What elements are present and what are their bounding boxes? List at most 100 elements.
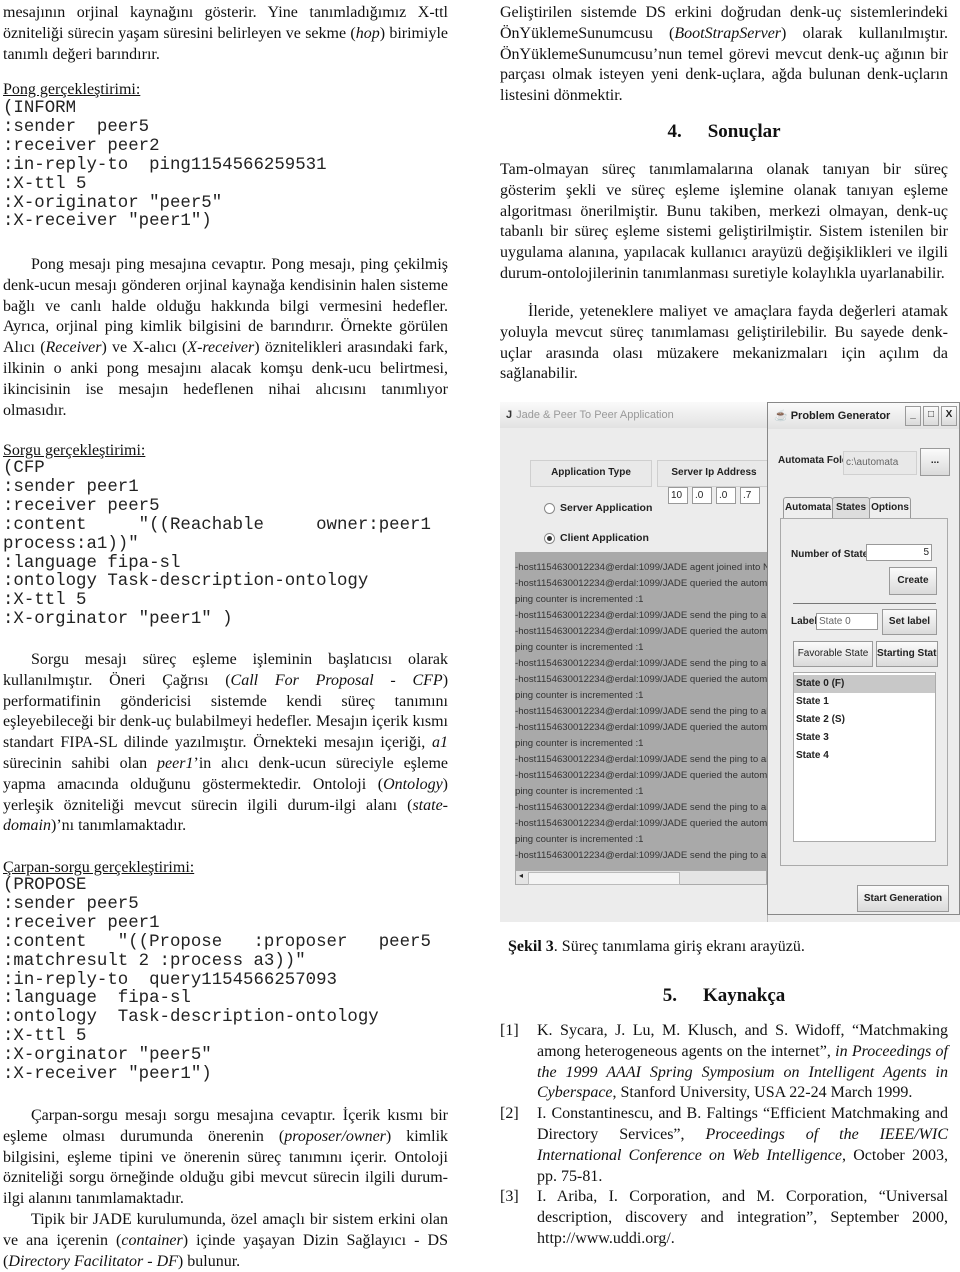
- code-line: (PROPOSE: [3, 876, 87, 895]
- code-line: :sender peer5: [3, 117, 150, 137]
- horizontal-scrollbar[interactable]: ◂: [515, 870, 767, 885]
- conclusion-paragraph-1: Tam-olmayan süreç tanımlamalarına olanak…: [500, 160, 948, 285]
- section-title: Kaynakça: [702, 985, 786, 1006]
- browse-button[interactable]: ...: [920, 448, 950, 476]
- log-line: ping counter is incremented :1: [515, 738, 644, 749]
- scrollbar-thumb[interactable]: [528, 872, 680, 885]
- close-icon[interactable]: X: [941, 406, 957, 426]
- code-line: :in-reply-to query1154566257093: [3, 970, 337, 990]
- italic-text: peer1: [157, 754, 194, 772]
- text-run: , Stanford University, USA 22-24 March 1…: [612, 1084, 913, 1102]
- state-list-item[interactable]: State 4: [794, 747, 935, 765]
- tab-states[interactable]: States: [832, 497, 870, 518]
- code-line: :X-originator "peer5": [3, 193, 223, 213]
- code-line: :X-ttl 5: [3, 591, 87, 611]
- log-line: ping counter is incremented :1: [515, 642, 644, 653]
- log-line: -host1154630012234@erdal:1099/JADE send …: [515, 802, 767, 813]
- code-line: :X-receiver "peer1"): [3, 212, 212, 232]
- log-line: -host1154630012234@erdal:1099/JADE send …: [515, 706, 767, 717]
- italic-text: proposer/owner: [284, 1127, 386, 1145]
- code-line: (INFORM: [3, 99, 77, 118]
- italic-text: Receiver: [45, 339, 102, 357]
- log-line: ping counter is incremented :1: [515, 690, 644, 701]
- query-heading: Sorgu gerçekleştirimi:: [3, 442, 146, 459]
- log-area[interactable]: -host1154630012234@erdal:1099/JADE agent…: [515, 552, 767, 870]
- jade-window: J Jade & Peer To Peer Application Applica…: [500, 402, 771, 922]
- code-line: :content "((Reachable owner:peer1: [3, 515, 431, 535]
- reference-number: [1]: [500, 1022, 519, 1039]
- maximize-icon[interactable]: □: [923, 406, 939, 426]
- states-panel: Number of States 5 Create Label State 0 …: [780, 518, 948, 866]
- log-line: -host1154630012234@erdal:1099/JADE send …: [515, 658, 767, 669]
- state-list-item[interactable]: State 1: [794, 693, 935, 711]
- client-application-radio[interactable]: Client Application: [544, 532, 649, 544]
- section-5-heading: 5. Kaynakça: [500, 985, 948, 1007]
- scroll-left-icon[interactable]: ◂: [519, 871, 523, 880]
- section-number: 5.: [662, 985, 677, 1006]
- text-run: Tam-olmayan süreç tanımlamalarına olanak…: [500, 161, 948, 282]
- code-line: :sender peer1: [3, 477, 139, 497]
- log-line: -host1154630012234@erdal:1099/JADE queri…: [515, 674, 767, 685]
- tab-automata[interactable]: Automata: [783, 497, 833, 518]
- log-line: -host1154630012234@erdal:1099/JADE queri…: [515, 626, 767, 637]
- radio-icon: [544, 502, 555, 514]
- create-button[interactable]: Create: [889, 567, 937, 595]
- log-line: -host1154630012234@erdal:1099/JADE send …: [515, 610, 767, 621]
- reference-list: [1] K. Sycara, J. Lu, M. Klusch, and S. W…: [500, 1021, 948, 1250]
- code-line: :X-receiver "peer1"): [3, 1065, 212, 1085]
- italic-text: hop: [355, 24, 380, 42]
- automata-folder-field[interactable]: c:\automata: [843, 451, 917, 475]
- java-cup-icon: ☕: [774, 410, 788, 422]
- code-line: (CFP: [3, 459, 45, 478]
- number-of-states-label: Number of States: [791, 549, 874, 560]
- ip-octet-4[interactable]: .7: [740, 487, 760, 504]
- figure-caption-text: . Süreç tanımlama giriş ekranı arayüzü.: [553, 938, 805, 955]
- code-line: :X-orginator "peer1" ): [3, 610, 233, 630]
- ip-octet-1[interactable]: 10: [668, 487, 688, 504]
- italic-text: X-receiver: [187, 339, 255, 357]
- state-list-item[interactable]: State 2 (S): [794, 711, 935, 729]
- favorable-state-button[interactable]: Favorable State: [793, 641, 873, 667]
- reference-text: I. Constantinescu, and B. Faltings “Effi…: [537, 1104, 948, 1187]
- label-field[interactable]: State 0: [816, 613, 878, 630]
- code-line: :receiver peer5: [3, 496, 160, 516]
- propose-code: (PROPOSE:sender peer5:receiver peer1:con…: [3, 876, 448, 1085]
- divider: [793, 603, 936, 604]
- code-line: :matchresult 2 :process a3))": [3, 951, 306, 971]
- log-line: ping counter is incremented :1: [515, 594, 644, 605]
- italic-text: container: [121, 1231, 183, 1249]
- server-ip-label: Server Ip Address: [657, 460, 771, 487]
- reference-item: [1] K. Sycara, J. Lu, M. Klusch, and S. W…: [500, 1021, 948, 1104]
- start-generation-button[interactable]: Start Generation: [857, 885, 949, 912]
- state-list-item[interactable]: State 3: [794, 729, 935, 747]
- reference-text: I. Ariba, I. Corporation, and M. Corpora…: [537, 1187, 948, 1249]
- starting-state-button[interactable]: Starting State: [876, 641, 938, 667]
- pong-code: (INFORM:sender peer5:receiver peer2:in-r…: [3, 99, 448, 232]
- state-list-item[interactable]: State 0 (F): [794, 675, 935, 693]
- code-line: :language fipa-sl: [3, 553, 181, 573]
- log-line: -host1154630012234@erdal:1099/JADE send …: [515, 754, 767, 765]
- ip-octet-2[interactable]: .0: [692, 487, 712, 504]
- jade-paragraph: Tipik bir JADE kurulumunda, özel amaçlı …: [3, 1210, 448, 1272]
- code-line: :ontology Task-description-ontology: [3, 572, 369, 592]
- states-list[interactable]: State 0 (F) State 1 State 2 (S) State 3 Stat…: [793, 672, 936, 842]
- propose-paragraph: Çarpan-sorgu mesajı sorgu mesajına cevap…: [3, 1106, 448, 1210]
- code-line: :receiver peer1: [3, 913, 160, 933]
- generator-title: Problem Generator: [790, 410, 891, 422]
- number-of-states-field[interactable]: 5: [866, 544, 932, 561]
- set-label-button[interactable]: Set label: [882, 609, 937, 635]
- section-title: Sonuçlar: [707, 121, 781, 142]
- ip-octet-3[interactable]: .0: [716, 487, 736, 504]
- tab-options[interactable]: Options: [869, 497, 911, 518]
- log-line: -host1154630012234@erdal:1099/JADE send …: [515, 850, 767, 861]
- application-type-label: Application Type: [530, 460, 652, 487]
- text-run: ) ve X-alıcı (: [101, 339, 188, 357]
- section-number: 4.: [667, 121, 682, 142]
- italic-text: Ontology: [383, 775, 443, 793]
- server-application-radio[interactable]: Server Application: [544, 502, 652, 514]
- log-line: -host1154630012234@erdal:1099/JADE agent…: [515, 562, 767, 573]
- italic-text: Directory Facilitator - DF: [8, 1252, 178, 1270]
- log-line: ping counter is incremented :1: [515, 834, 644, 845]
- reference-item: [2] I. Constantinescu, and B. Faltings “E…: [500, 1104, 948, 1187]
- minimize-icon[interactable]: _: [905, 406, 921, 426]
